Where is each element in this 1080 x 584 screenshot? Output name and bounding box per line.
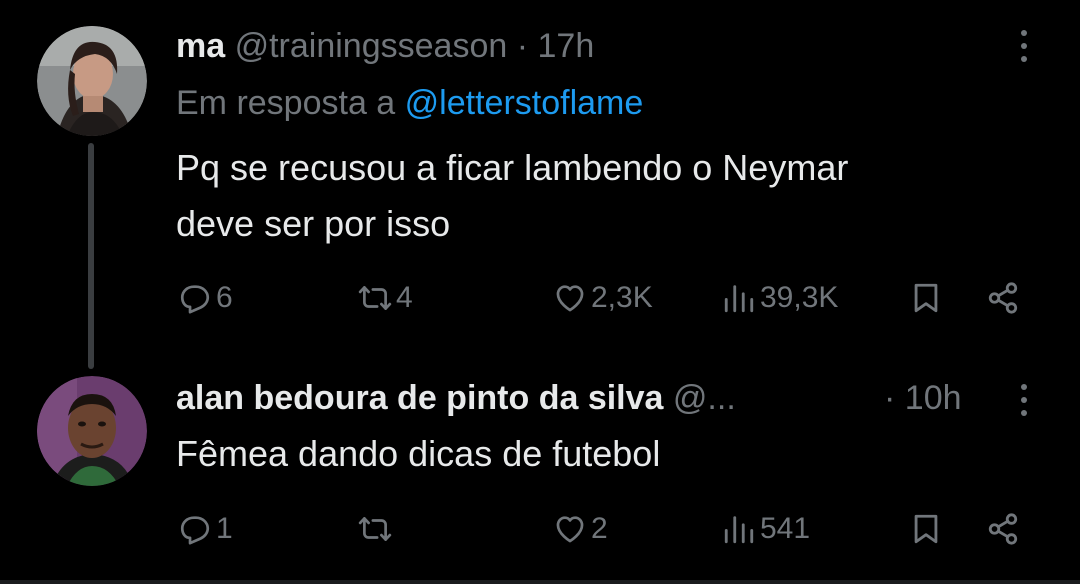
share-button[interactable] bbox=[986, 276, 1020, 320]
tweet-header: ma @trainingsseason · 17h bbox=[176, 26, 594, 66]
separator-dot: · bbox=[884, 379, 896, 417]
bookmark-button[interactable] bbox=[909, 276, 943, 320]
reply-prefix: Em resposta a bbox=[176, 84, 396, 122]
reply-icon bbox=[180, 516, 210, 545]
like-icon bbox=[556, 516, 584, 543]
more-options-icon bbox=[1021, 30, 1027, 36]
action-bar: 1 2 541 bbox=[0, 507, 1080, 551]
more-options-button[interactable] bbox=[1016, 26, 1032, 66]
repost-button[interactable]: 4 bbox=[358, 276, 413, 320]
thread-line bbox=[88, 143, 94, 369]
share-icon bbox=[988, 513, 1018, 545]
view-count: 541 bbox=[760, 512, 811, 545]
user-avatar-icon bbox=[37, 376, 147, 486]
reply-icon bbox=[180, 285, 210, 314]
view-count: 39,3K bbox=[760, 281, 839, 314]
tweet-header: alan bedoura de pinto da silva @... bbox=[176, 378, 736, 418]
separator-dot: · bbox=[516, 27, 529, 65]
timestamp[interactable]: 17h bbox=[538, 27, 595, 65]
repost-count: 4 bbox=[396, 281, 413, 314]
reply-to-mention[interactable]: @letterstoflame bbox=[405, 84, 644, 122]
repost-icon bbox=[358, 517, 392, 541]
tweet-1[interactable]: ma @trainingsseason · 17h Em resposta a … bbox=[0, 0, 1080, 370]
more-options-icon bbox=[1021, 410, 1027, 416]
tweet-text: Fêmea dando dicas de futebol bbox=[176, 426, 1006, 482]
like-count: 2,3K bbox=[591, 281, 653, 314]
avatar[interactable] bbox=[37, 376, 147, 486]
more-options-icon bbox=[1021, 384, 1027, 390]
like-icon bbox=[556, 285, 584, 312]
reply-button[interactable]: 1 bbox=[178, 507, 233, 551]
user-handle[interactable]: @... bbox=[673, 379, 736, 417]
views-button[interactable]: 39,3K bbox=[722, 276, 838, 320]
reply-count: 6 bbox=[216, 281, 233, 314]
tweet-text-line: deve ser por isso bbox=[176, 203, 451, 244]
divider bbox=[0, 580, 1080, 584]
like-count: 2 bbox=[591, 512, 608, 545]
display-name[interactable]: ma bbox=[176, 27, 225, 65]
more-options-button[interactable] bbox=[1016, 380, 1032, 420]
bookmark-icon bbox=[914, 514, 938, 544]
reply-context: Em resposta a @letterstoflame bbox=[176, 81, 643, 125]
avatar[interactable] bbox=[37, 26, 147, 136]
repost-button[interactable] bbox=[358, 507, 396, 551]
bookmark-icon bbox=[914, 283, 938, 313]
tweet-time: · 10h bbox=[884, 378, 962, 418]
display-name[interactable]: alan bedoura de pinto da silva bbox=[176, 379, 663, 417]
bookmark-button[interactable] bbox=[909, 507, 943, 551]
tweet-2[interactable]: alan bedoura de pinto da silva @... · 10… bbox=[0, 370, 1080, 580]
user-avatar-icon bbox=[37, 26, 147, 136]
more-options-icon bbox=[1021, 56, 1027, 62]
user-handle[interactable]: @trainingsseason bbox=[235, 27, 508, 65]
reply-button[interactable]: 6 bbox=[178, 276, 233, 320]
tweet-text-line: Pq se recusou a ficar lambendo o Neymar bbox=[176, 147, 849, 188]
tweet-text: Pq se recusou a ficar lambendo o Neymar … bbox=[176, 140, 1006, 252]
tweet-text-line: Fêmea dando dicas de futebol bbox=[176, 433, 661, 474]
views-icon bbox=[724, 516, 754, 544]
more-options-icon bbox=[1021, 43, 1027, 49]
share-button[interactable] bbox=[986, 507, 1020, 551]
timestamp[interactable]: 10h bbox=[905, 379, 962, 417]
action-bar: 6 4 2,3K 39,3K bbox=[0, 276, 1080, 320]
more-options-icon bbox=[1021, 397, 1027, 403]
views-button[interactable]: 541 bbox=[722, 507, 810, 551]
share-icon bbox=[988, 282, 1018, 314]
like-button[interactable]: 2,3K bbox=[553, 276, 653, 320]
like-button[interactable]: 2 bbox=[553, 507, 608, 551]
repost-icon bbox=[358, 286, 392, 310]
reply-count: 1 bbox=[216, 512, 233, 545]
views-icon bbox=[724, 285, 754, 313]
